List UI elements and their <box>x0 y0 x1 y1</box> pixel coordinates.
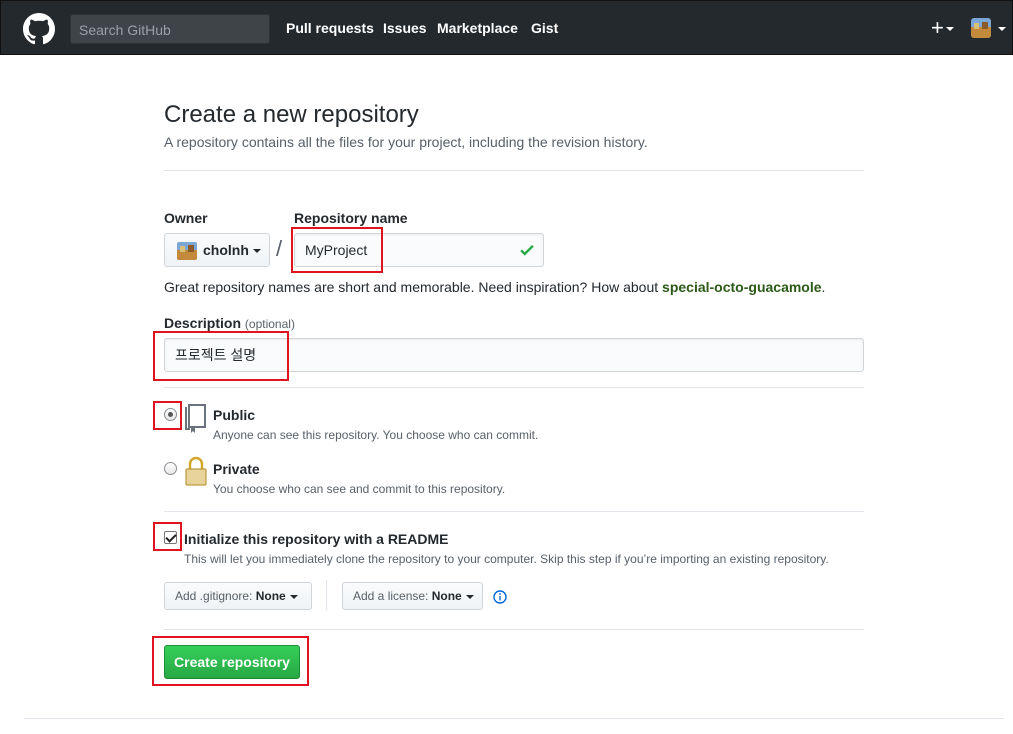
divider <box>164 511 864 512</box>
public-note: Anyone can see this repository. You choo… <box>213 428 539 442</box>
footer-divider <box>24 718 1004 719</box>
info-icon[interactable] <box>493 590 507 604</box>
private-radio[interactable] <box>164 462 177 475</box>
owner-repo-separator: / <box>276 236 283 261</box>
search-input[interactable]: Search GitHub <box>70 14 270 44</box>
owner-avatar <box>177 242 197 260</box>
top-navigation-bar: Search GitHub Pull requests Issues Marke… <box>0 0 1013 55</box>
readme-label[interactable]: Initialize this repository with a README <box>184 531 448 547</box>
caret-down-icon[interactable] <box>998 27 1006 31</box>
highlight-box <box>153 331 289 381</box>
optional-note: (optional) <box>244 317 295 331</box>
divider <box>164 387 864 388</box>
divider <box>164 170 864 171</box>
public-title: Public <box>213 407 256 423</box>
divider <box>164 629 864 630</box>
gitignore-select[interactable]: Add .gitignore: None <box>164 582 312 610</box>
check-icon <box>520 244 534 256</box>
caret-down-icon <box>945 27 954 32</box>
repo-name-hint: Great repository names are short and mem… <box>164 279 826 295</box>
description-label: Description (optional) <box>164 315 295 331</box>
license-select[interactable]: Add a license: None <box>342 582 483 610</box>
nav-pull-requests[interactable]: Pull requests <box>286 1 374 56</box>
highlight-box <box>153 522 182 551</box>
page-subtitle: A repository contains all the files for … <box>164 134 648 150</box>
github-logo-icon[interactable] <box>23 13 55 45</box>
readme-note: This will let you immediately clone the … <box>184 552 829 566</box>
owner-select-button[interactable]: cholnh <box>164 233 270 267</box>
divider <box>326 580 327 610</box>
caret-down-icon <box>465 594 474 599</box>
page-title: Create a new repository <box>164 101 419 128</box>
private-note: You choose who can see and commit to thi… <box>213 482 506 496</box>
repo-book-icon <box>185 404 206 433</box>
user-avatar[interactable] <box>971 18 991 38</box>
nav-issues[interactable]: Issues <box>383 1 427 56</box>
highlight-box <box>152 636 309 686</box>
lock-icon <box>185 456 207 486</box>
owner-label: Owner <box>164 210 208 226</box>
caret-down-icon <box>252 249 261 254</box>
name-suggestion-link[interactable]: special-octo-guacamole <box>662 279 822 295</box>
owner-name: cholnh <box>203 242 261 258</box>
private-title: Private <box>213 461 260 477</box>
nav-marketplace[interactable]: Marketplace <box>437 1 518 56</box>
create-new-button[interactable]: + <box>931 17 954 39</box>
caret-down-icon <box>289 594 298 599</box>
nav-gist[interactable]: Gist <box>531 1 558 56</box>
repo-name-label: Repository name <box>294 210 408 226</box>
highlight-box <box>153 401 182 430</box>
plus-icon: + <box>931 15 944 40</box>
highlight-box <box>291 227 383 273</box>
